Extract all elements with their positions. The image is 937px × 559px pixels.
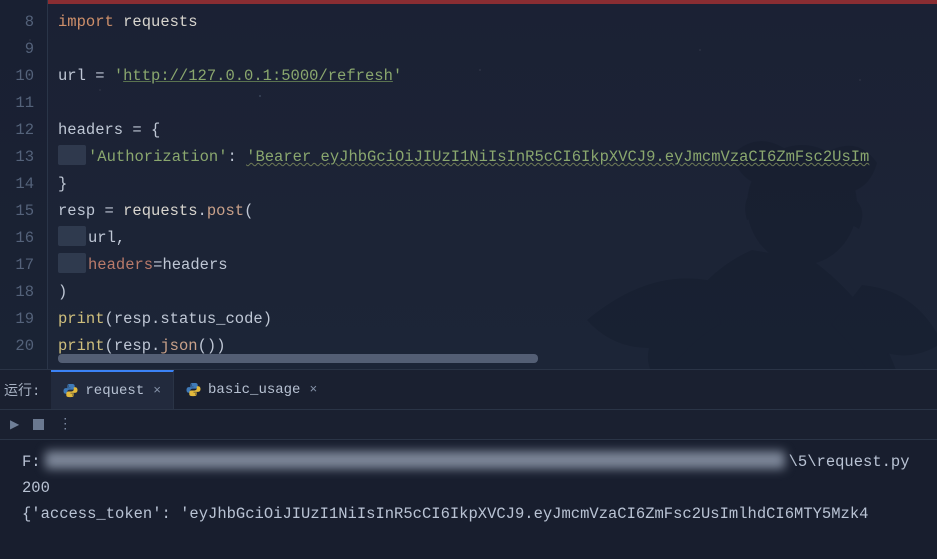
line-number: 14 <box>0 171 47 198</box>
horizontal-scrollbar[interactable] <box>58 354 538 363</box>
line-number: 12 <box>0 117 47 144</box>
code-editor[interactable]: 8 9 10 11 12 13 14 15 16 17 18 19 20 imp… <box>0 0 937 370</box>
line-number: 16 <box>0 225 47 252</box>
line-number: 15 <box>0 198 47 225</box>
run-tab-basic-usage[interactable]: basic_usage × <box>174 370 329 409</box>
line-number: 10 <box>0 63 47 90</box>
line-number: 19 <box>0 306 47 333</box>
code-line[interactable]: resp = requests.post( <box>58 198 937 225</box>
line-number: 13 <box>0 144 47 171</box>
console-line: F:\5\request.py <box>22 449 937 475</box>
code-line[interactable] <box>58 90 937 117</box>
code-line[interactable] <box>58 36 937 63</box>
tab-label: basic_usage <box>208 382 300 398</box>
python-icon <box>63 383 78 398</box>
tab-label: request <box>85 383 144 399</box>
console-output[interactable]: F:\5\request.py 200 {'access_token': 'ey… <box>0 440 937 559</box>
code-line[interactable]: } <box>58 171 937 198</box>
close-icon[interactable]: × <box>151 383 163 398</box>
redacted-path <box>45 451 785 469</box>
code-line[interactable]: import requests <box>58 9 937 36</box>
python-icon <box>186 382 201 397</box>
code-line[interactable]: print(resp.status_code) <box>58 306 937 333</box>
line-number: 11 <box>0 90 47 117</box>
line-number: 18 <box>0 279 47 306</box>
stop-icon[interactable] <box>33 419 44 430</box>
code-line[interactable]: headers=headers <box>58 252 937 279</box>
console-line: {'access_token': 'eyJhbGciOiJIUzI1NiIsIn… <box>22 501 937 527</box>
line-number: 9 <box>0 36 47 63</box>
line-number: 8 <box>0 9 47 36</box>
code-line[interactable]: 'Authorization': 'Bearer eyJhbGciOiJIUzI… <box>58 144 937 171</box>
line-number-gutter: 8 9 10 11 12 13 14 15 16 17 18 19 20 <box>0 0 48 369</box>
code-line[interactable]: headers = { <box>58 117 937 144</box>
code-body[interactable]: import requests url = 'http://127.0.0.1:… <box>48 0 937 369</box>
rerun-icon[interactable]: ▶ <box>10 417 19 432</box>
console-line: 200 <box>22 475 937 501</box>
editor-top-border <box>48 0 937 4</box>
close-icon[interactable]: × <box>307 382 319 397</box>
line-number: 17 <box>0 252 47 279</box>
more-icon[interactable]: ⋮ <box>58 416 74 433</box>
run-tab-request[interactable]: request × <box>51 370 174 409</box>
line-number: 20 <box>0 333 47 360</box>
code-line[interactable]: ) <box>58 279 937 306</box>
code-line[interactable]: url, <box>58 225 937 252</box>
run-label: 运行: <box>0 370 51 409</box>
run-toolbar: ▶ ⋮ <box>0 410 937 440</box>
code-line[interactable]: url = 'http://127.0.0.1:5000/refresh' <box>58 63 937 90</box>
run-tab-bar: 运行: request × basic_usage × <box>0 370 937 410</box>
